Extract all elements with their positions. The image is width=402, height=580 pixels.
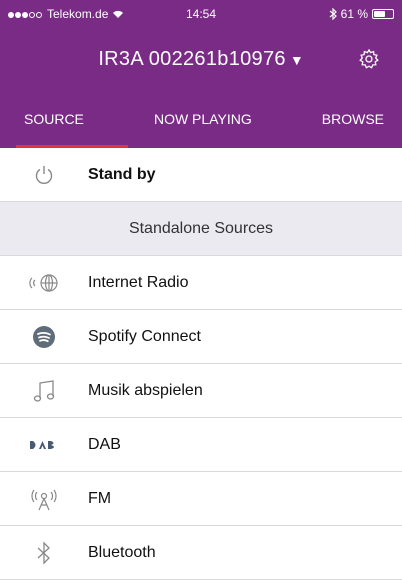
status-left: Telekom.de	[8, 7, 124, 21]
status-right: 61 %	[329, 7, 394, 21]
gear-icon[interactable]	[358, 48, 380, 70]
standby-row[interactable]: Stand by	[0, 148, 402, 202]
source-label: Spotify Connect	[88, 327, 201, 345]
battery-percent: 61 %	[340, 7, 368, 21]
title-bar: IR3A 002261b10976 ▼	[0, 28, 402, 90]
status-bar: Telekom.de 14:54 61 %	[0, 0, 402, 28]
tab-bar: SOURCE NOW PLAYING BROWSE	[0, 90, 402, 148]
chevron-down-icon: ▼	[289, 51, 304, 68]
battery-icon	[372, 9, 394, 19]
active-tab-indicator	[16, 145, 128, 148]
source-label: Musik abspielen	[88, 381, 203, 399]
tab-now-playing[interactable]: NOW PLAYING	[154, 103, 252, 135]
source-label: Internet Radio	[88, 273, 189, 291]
spotify-icon	[0, 325, 88, 349]
source-internet-radio[interactable]: Internet Radio	[0, 256, 402, 310]
section-header-standalone: Standalone Sources	[0, 202, 402, 256]
bluetooth-icon	[0, 540, 88, 565]
source-label: Bluetooth	[88, 543, 156, 561]
wifi-icon	[112, 10, 124, 19]
app-root: Telekom.de 14:54 61 % IR3A 002261b10976 ▼	[0, 0, 402, 580]
source-spotify-connect[interactable]: Spotify Connect	[0, 310, 402, 364]
battery-fill	[374, 11, 385, 17]
bluetooth-status-icon	[329, 8, 337, 20]
source-fm[interactable]: FM	[0, 472, 402, 526]
source-musik-abspielen[interactable]: Musik abspielen	[0, 364, 402, 418]
tab-source[interactable]: SOURCE	[24, 103, 84, 135]
device-name: IR3A 002261b10976	[98, 47, 286, 70]
fm-antenna-icon	[0, 486, 88, 512]
carrier-label: Telekom.de	[47, 7, 109, 21]
source-dab[interactable]: DAB	[0, 418, 402, 472]
device-selector[interactable]: IR3A 002261b10976 ▼	[98, 48, 303, 71]
power-icon	[0, 163, 88, 187]
tab-browse[interactable]: BROWSE	[322, 103, 384, 135]
source-bluetooth[interactable]: Bluetooth	[0, 526, 402, 580]
source-label: FM	[88, 489, 112, 507]
music-note-icon	[0, 378, 88, 404]
globe-radio-icon	[0, 272, 88, 294]
source-label: DAB	[88, 435, 121, 453]
standby-label: Stand by	[88, 165, 156, 183]
dab-icon	[0, 439, 88, 451]
signal-dots-icon	[8, 7, 43, 21]
